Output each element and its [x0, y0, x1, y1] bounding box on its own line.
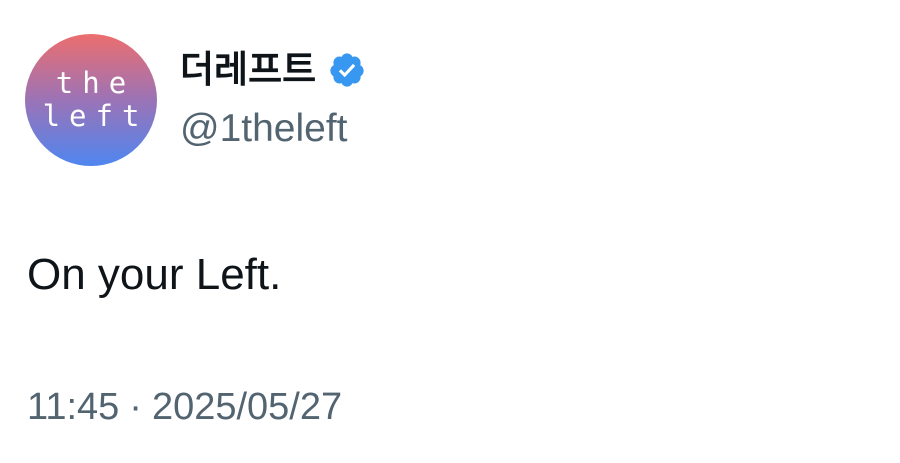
timestamp-separator: ·: [129, 386, 142, 428]
author-handle[interactable]: @1theleft: [180, 106, 348, 152]
author-name-row[interactable]: 더레프트: [180, 48, 366, 92]
tweet-time[interactable]: 11:45: [27, 386, 119, 428]
avatar-logo-text-top: the: [55, 66, 136, 100]
verified-badge-icon: [330, 53, 364, 87]
tweet-timestamp: 11:45 · 2025/05/27: [27, 384, 342, 430]
avatar-logo-text-bottom: left: [42, 99, 149, 133]
author-display-name[interactable]: 더레프트: [180, 48, 316, 92]
author-avatar[interactable]: the left: [25, 34, 157, 166]
tweet-text: On your Left.: [27, 250, 282, 299]
tweet-date[interactable]: 2025/05/27: [152, 386, 342, 428]
